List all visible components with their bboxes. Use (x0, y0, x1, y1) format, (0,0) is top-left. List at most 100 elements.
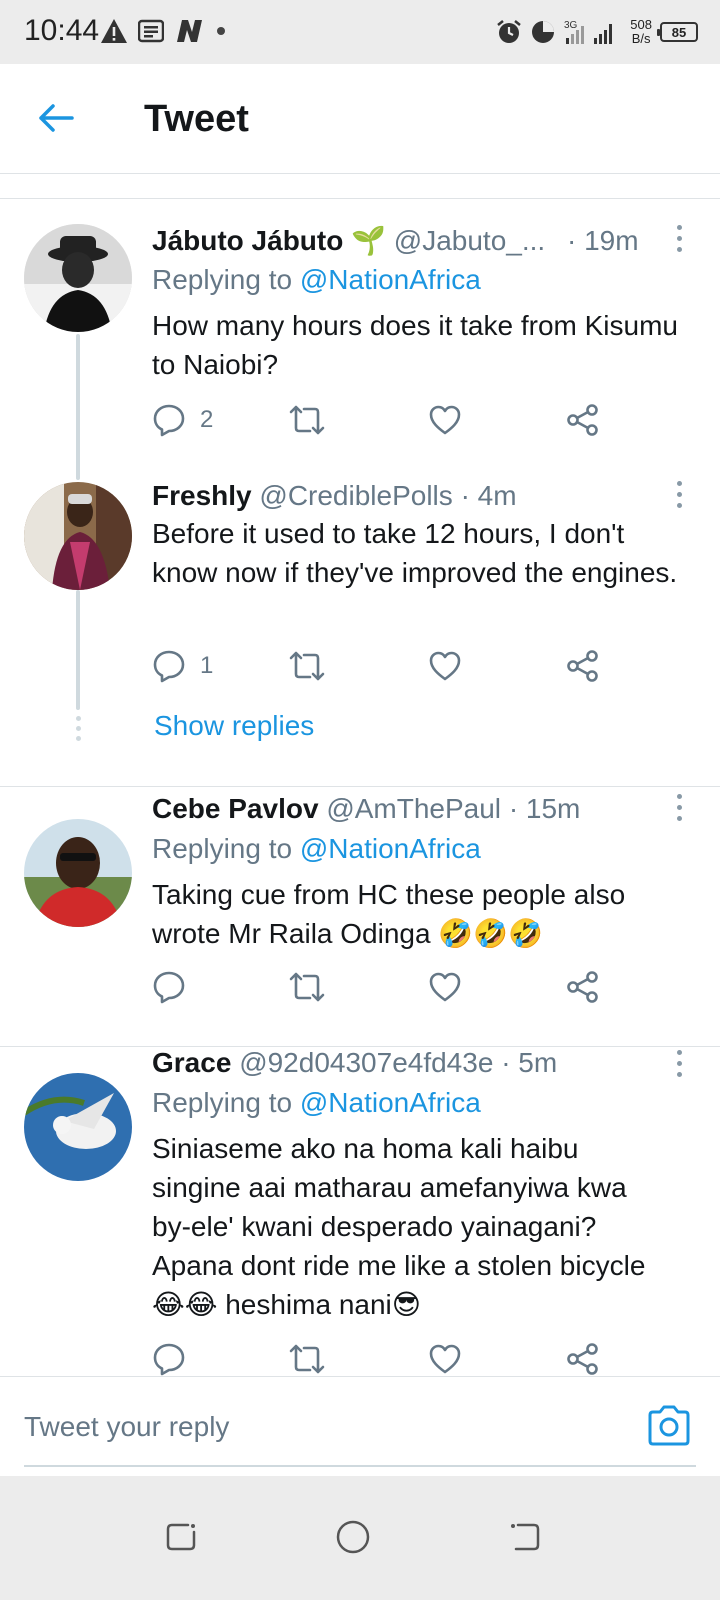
camera-button[interactable] (646, 1405, 692, 1447)
heart-icon (429, 405, 461, 435)
user-name[interactable]: Cebe Pavlov (152, 793, 319, 824)
avatar-image (24, 224, 132, 332)
data-saver-icon (532, 21, 555, 43)
reply-composer: Tweet your reply (0, 1376, 720, 1476)
retweet-button[interactable] (288, 1339, 326, 1379)
tweet-header: Jábuto Jábuto 🌱 @Jabuto_... · 19m (152, 224, 644, 257)
share-button[interactable] (566, 646, 600, 686)
retweet-icon (289, 651, 325, 681)
user-name[interactable]: Freshly (152, 480, 252, 511)
retweet-button[interactable] (288, 646, 326, 686)
heart-icon (429, 651, 461, 681)
thread-line (76, 590, 80, 710)
share-button[interactable] (566, 967, 600, 1007)
recents-button[interactable] (156, 1512, 206, 1562)
status-bar: 10:44 3G 508 B/s 85 (0, 0, 720, 64)
thread-more-dots (74, 716, 82, 741)
avatar-image (24, 482, 132, 590)
reply-icon (153, 404, 185, 437)
mention-link[interactable]: @NationAfrica (300, 833, 481, 864)
tweet-item[interactable]: Grace @92d04307e4fd43e · 5m Replying to … (0, 1047, 720, 1376)
system-nav-bar (0, 1476, 720, 1600)
back-button[interactable] (30, 92, 82, 144)
tweet-header: Freshly @CrediblePolls · 4m (152, 480, 644, 512)
reply-button[interactable] (152, 967, 186, 1007)
tweet-time: · 5m (501, 1047, 558, 1078)
tweet-text-line: Siniaseme ako na homa kali haibu (152, 1133, 579, 1164)
share-button[interactable] (566, 1339, 600, 1379)
page-title: Tweet (144, 98, 249, 140)
tweet-text: Taking cue from HC these people also wro… (152, 875, 692, 953)
tweet-text-line: Taking cue from HC these people also (152, 879, 626, 910)
reply-button[interactable] (152, 1339, 186, 1379)
back-nav-button[interactable] (500, 1512, 550, 1562)
avatar-image (24, 819, 132, 927)
mention-link[interactable]: @NationAfrica (300, 1087, 481, 1118)
thread-line (76, 334, 80, 480)
news-icon (138, 19, 164, 43)
share-icon (567, 971, 598, 1003)
user-name[interactable]: Jábuto Jábuto (152, 225, 343, 256)
more-options-icon[interactable] (664, 1043, 694, 1083)
user-handle[interactable]: @CrediblePolls (259, 480, 452, 511)
network-speed: 508 B/s (630, 18, 652, 46)
tweet-text: Before it used to take 12 hours, I don't… (152, 518, 678, 588)
signal-icon: 3G (564, 20, 613, 44)
tweet-item[interactable]: Jábuto Jábuto 🌱 @Jabuto_... · 19m Replyi… (0, 200, 720, 480)
reply-count: 1 (200, 652, 214, 679)
camera-icon (648, 1405, 690, 1446)
warning-icon (101, 19, 127, 43)
avatar-image (24, 1073, 132, 1181)
share-button[interactable] (566, 400, 600, 440)
share-icon (567, 1343, 598, 1375)
user-name[interactable]: Grace (152, 1047, 231, 1078)
tweet-actions: 2 (152, 400, 612, 440)
like-button[interactable] (428, 1339, 462, 1379)
show-replies-link[interactable]: Show replies (154, 710, 314, 742)
user-handle[interactable]: @AmThePaul (326, 793, 501, 824)
mention-link[interactable]: @NationAfrica (300, 264, 481, 295)
avatar[interactable] (24, 224, 132, 332)
battery-icon: 85 (657, 22, 698, 42)
home-button[interactable] (328, 1512, 378, 1562)
alarm-icon (497, 20, 522, 43)
tweet-text: How many hours does it take from Kisumu … (152, 310, 678, 380)
battery-level: 85 (671, 24, 687, 40)
avatar[interactable] (24, 1073, 132, 1181)
recents-icon (166, 1523, 196, 1551)
user-handle[interactable]: @92d04307e4fd43e (239, 1047, 493, 1078)
like-button[interactable] (428, 967, 462, 1007)
reply-button[interactable]: 1 (152, 646, 213, 686)
retweet-button[interactable] (288, 967, 326, 1007)
retweet-icon (289, 1344, 325, 1374)
avatar[interactable] (24, 482, 132, 590)
arrow-left-icon (39, 104, 74, 132)
replying-to: Replying to @NationAfrica (152, 833, 481, 865)
reply-input[interactable]: Tweet your reply (24, 1411, 229, 1443)
retweet-icon (289, 405, 325, 435)
network-speed-value: 508 (630, 17, 652, 32)
tweet-item[interactable]: Cebe Pavlov @AmThePaul · 15m Replying to… (0, 787, 720, 1047)
reply-button[interactable]: 2 (152, 400, 213, 440)
reply-input-underline (24, 1465, 696, 1467)
reply-icon (153, 971, 185, 1004)
heart-icon (429, 972, 461, 1002)
avatar[interactable] (24, 819, 132, 927)
tweet-text: Siniaseme ako na homa kali haibu singine… (152, 1129, 702, 1324)
retweet-button[interactable] (288, 400, 326, 440)
user-handle[interactable]: @Jabuto_... (394, 225, 545, 256)
tweet-item[interactable]: Freshly @CrediblePolls · 4m Before it us… (0, 470, 720, 770)
tweet-actions (152, 967, 612, 1007)
share-icon (567, 404, 598, 436)
more-options-icon[interactable] (664, 474, 694, 514)
tweet-text-line: wrote Mr Raila Odinga 🤣🤣🤣 (152, 918, 543, 949)
reply-icon (153, 650, 185, 683)
more-options-icon[interactable] (664, 218, 694, 258)
tweet-header: Cebe Pavlov @AmThePaul · 15m (152, 793, 644, 825)
like-button[interactable] (428, 646, 462, 686)
network-speed-unit: B/s (631, 31, 651, 46)
like-button[interactable] (428, 400, 462, 440)
replying-to-label: Replying to (152, 264, 293, 295)
app-header: Tweet (0, 64, 720, 174)
more-options-icon[interactable] (664, 787, 694, 827)
